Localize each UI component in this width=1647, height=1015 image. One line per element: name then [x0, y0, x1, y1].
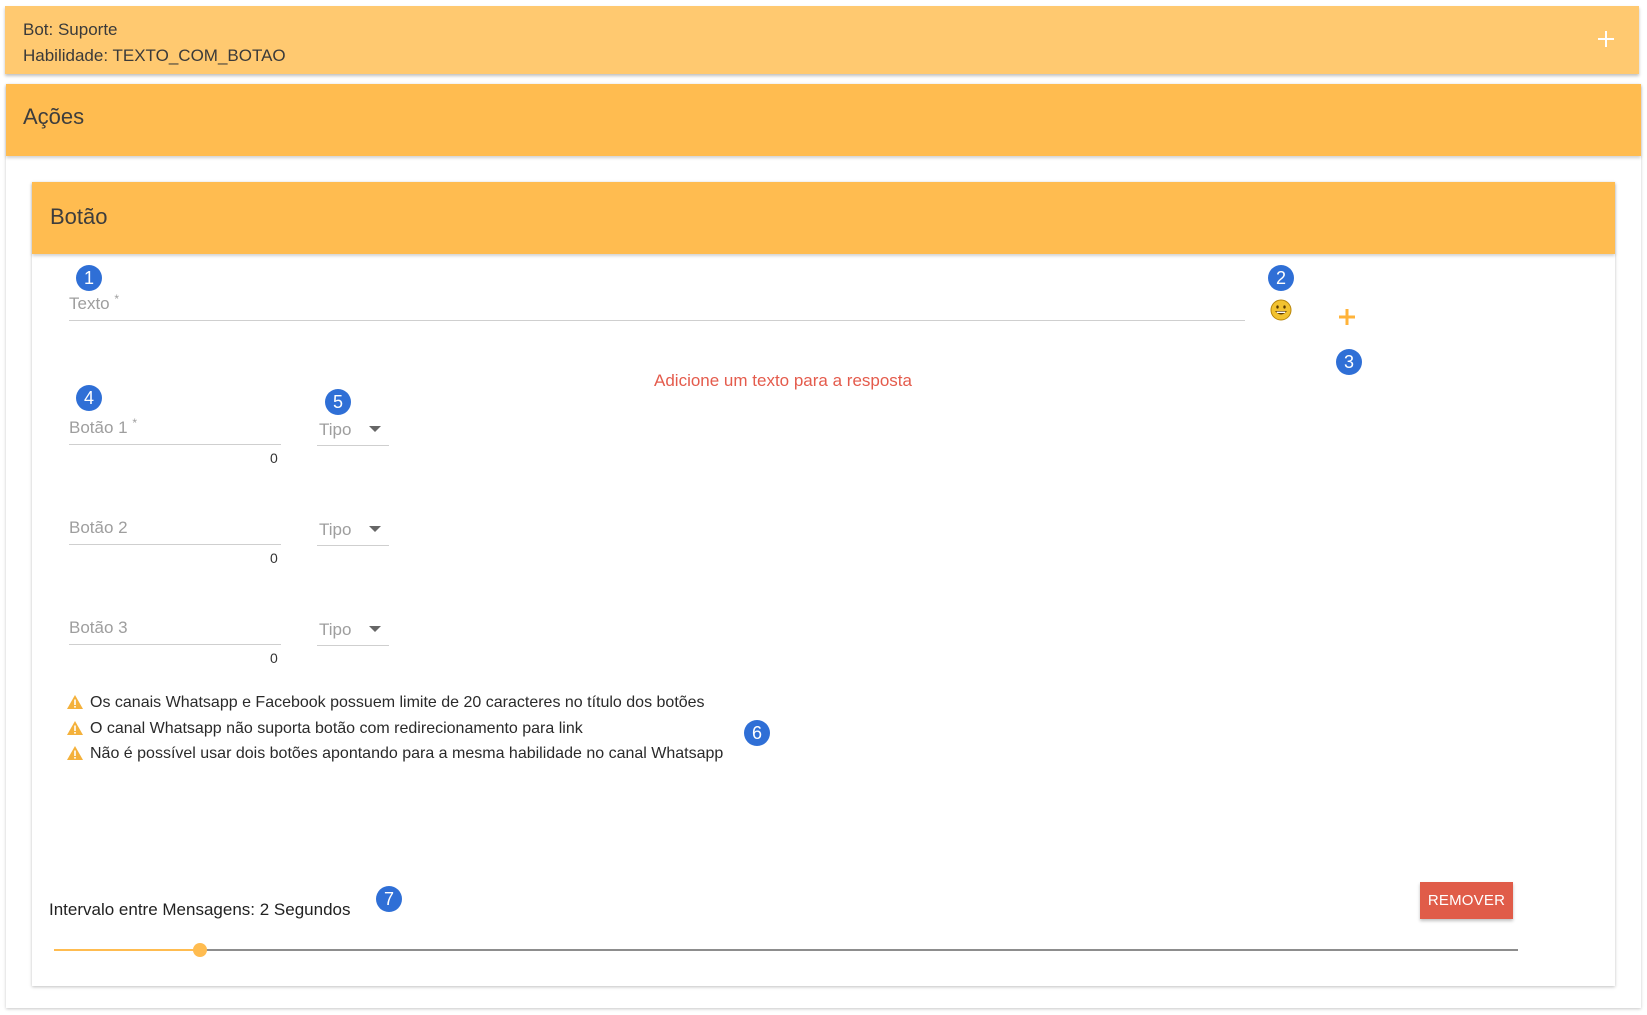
slider-track[interactable]	[54, 949, 1518, 951]
interval-label: Intervalo entre Mensagens: 2 Segundos	[49, 900, 351, 919]
button-2-char-counter: 0	[270, 550, 278, 566]
type-select-label: Tipo	[319, 620, 352, 639]
button-1-label: Botão 1	[69, 418, 128, 437]
warning-text: O canal Whatsapp não suporta botão com r…	[90, 720, 583, 737]
skill-label: Habilidade: TEXTO_COM_BOTAO	[23, 46, 286, 65]
plus-icon[interactable]	[1595, 28, 1617, 50]
chevron-down-icon	[369, 426, 381, 432]
required-mark: *	[132, 416, 138, 430]
actions-header[interactable]: Ações	[6, 84, 1641, 156]
text-error-message: Adicione um texto para a resposta	[654, 371, 912, 390]
warning-triangle-icon	[67, 695, 83, 709]
interval-slider[interactable]	[54, 942, 1518, 958]
text-input[interactable]: Texto *	[69, 282, 1245, 321]
chevron-down-icon	[369, 626, 381, 632]
button-2-title-input[interactable]: Botão 2	[69, 506, 281, 545]
remove-button[interactable]: REMOVER	[1420, 882, 1513, 919]
type-select-label: Tipo	[319, 520, 352, 539]
button-1-title-input[interactable]: Botão 1 *	[69, 406, 281, 445]
button-2-label: Botão 2	[69, 518, 128, 537]
emoji-smile-icon[interactable]	[1270, 299, 1292, 326]
add-button-plus-icon[interactable]	[1337, 307, 1357, 332]
type-select-label: Tipo	[319, 420, 352, 439]
slider-thumb[interactable]	[193, 943, 208, 957]
text-input-label: Texto	[69, 294, 110, 313]
bot-label: Bot: Suporte	[23, 20, 118, 39]
button-action-card: Botão 1 Texto * 2 3 Adicione um texto pa…	[32, 182, 1615, 986]
button-3-label: Botão 3	[69, 618, 128, 637]
button-3-title-input[interactable]: Botão 3	[69, 606, 281, 645]
warning-item: Os canais Whatsapp e Facebook possuem li…	[66, 691, 705, 715]
warning-item: O canal Whatsapp não suporta botão com r…	[66, 717, 583, 741]
actions-panel: Ações Botão 1 Texto * 2 3 Adicione um te…	[6, 84, 1641, 1008]
warning-item: Não é possível usar dois botões apontand…	[66, 742, 723, 766]
required-mark: *	[114, 292, 120, 306]
card-title[interactable]: Botão	[32, 182, 1615, 254]
warning-text: Os canais Whatsapp e Facebook possuem li…	[90, 694, 705, 711]
chevron-down-icon	[369, 526, 381, 532]
slider-track-fill	[54, 949, 201, 951]
top-bar: Bot: Suporte Habilidade: TEXTO_COM_BOTAO	[5, 6, 1639, 74]
button-2-type-select[interactable]: Tipo	[317, 508, 389, 546]
callout-badge-3: 3	[1336, 349, 1362, 375]
callout-badge-2: 2	[1268, 265, 1294, 291]
button-1-char-counter: 0	[270, 450, 278, 466]
warning-text: Não é possível usar dois botões apontand…	[90, 745, 724, 762]
button-1-type-select[interactable]: Tipo	[317, 408, 389, 446]
warning-triangle-icon	[67, 721, 83, 735]
warning-triangle-icon	[67, 746, 83, 760]
callout-badge-7: 7	[376, 886, 402, 912]
callout-badge-6: 6	[744, 720, 770, 746]
button-3-type-select[interactable]: Tipo	[317, 608, 389, 646]
button-3-char-counter: 0	[270, 650, 278, 666]
